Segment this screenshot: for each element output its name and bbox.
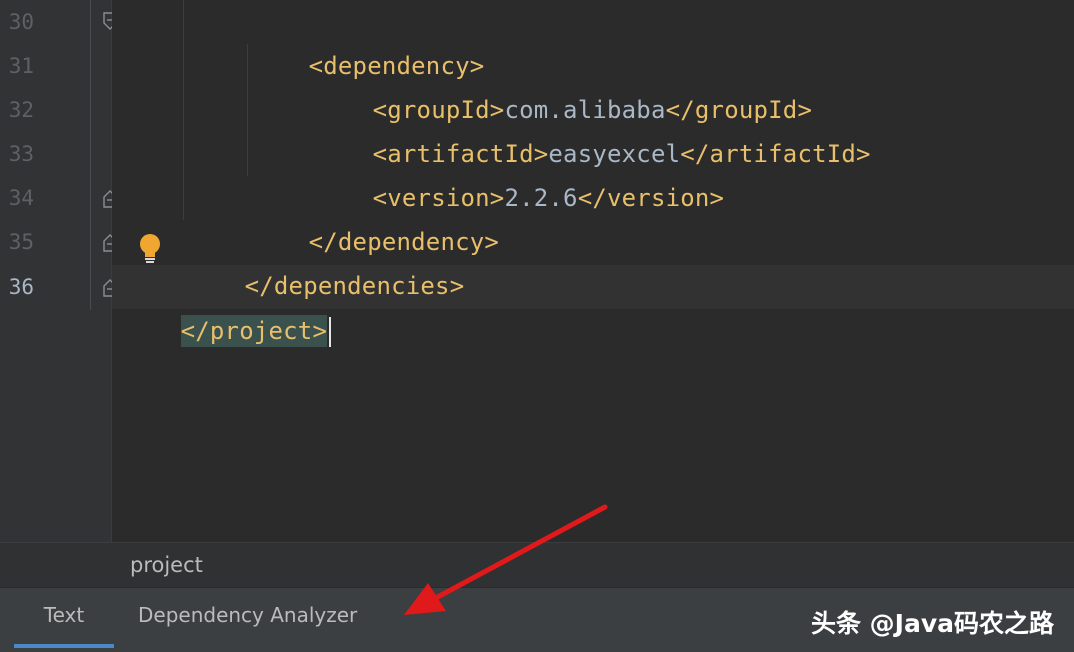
breadcrumb: project: [0, 542, 1074, 588]
code-line[interactable]: <version>2.2.6</version>: [314, 132, 724, 212]
line-number: 32: [8, 98, 34, 122]
line-number: 34: [8, 186, 34, 210]
editor-tab-bar: Text Dependency Analyzer 头条 @Java码农之路: [0, 587, 1074, 652]
line-number: 33: [8, 142, 34, 166]
code-line[interactable]: <groupId>com.alibaba</groupId>: [314, 44, 812, 124]
code-line[interactable]: <artifactId>easyexcel</artifactId>: [314, 88, 871, 168]
line-number-active: 36: [8, 275, 34, 299]
xml-text: 2.2.6: [504, 184, 578, 212]
fold-guide-line: [90, 0, 91, 310]
code-line[interactable]: </dependencies>: [186, 220, 465, 300]
xml-tag: </version>: [577, 184, 725, 212]
indent-guide: [183, 0, 184, 220]
breadcrumb-item-project[interactable]: project: [130, 543, 203, 588]
ide-window: 30 31 32 33 34 35 36 <dependency> <group…: [0, 0, 1074, 652]
code-line[interactable]: <dependency>: [250, 0, 485, 80]
intention-bulb-icon[interactable]: [137, 232, 163, 264]
tab-text[interactable]: Text: [14, 588, 114, 648]
code-line-current[interactable]: </project>: [122, 265, 332, 347]
line-number: 31: [8, 54, 34, 78]
watermark: 头条 @Java码农之路: [810, 609, 1054, 638]
line-number: 35: [8, 230, 34, 254]
tab-dependency-analyzer[interactable]: Dependency Analyzer: [138, 588, 357, 644]
line-number: 30: [8, 10, 34, 34]
code-line[interactable]: </dependency>: [250, 176, 499, 256]
xml-tag-matched: </project>: [180, 315, 328, 347]
text-caret: [329, 317, 332, 347]
indent-guide: [247, 44, 248, 176]
